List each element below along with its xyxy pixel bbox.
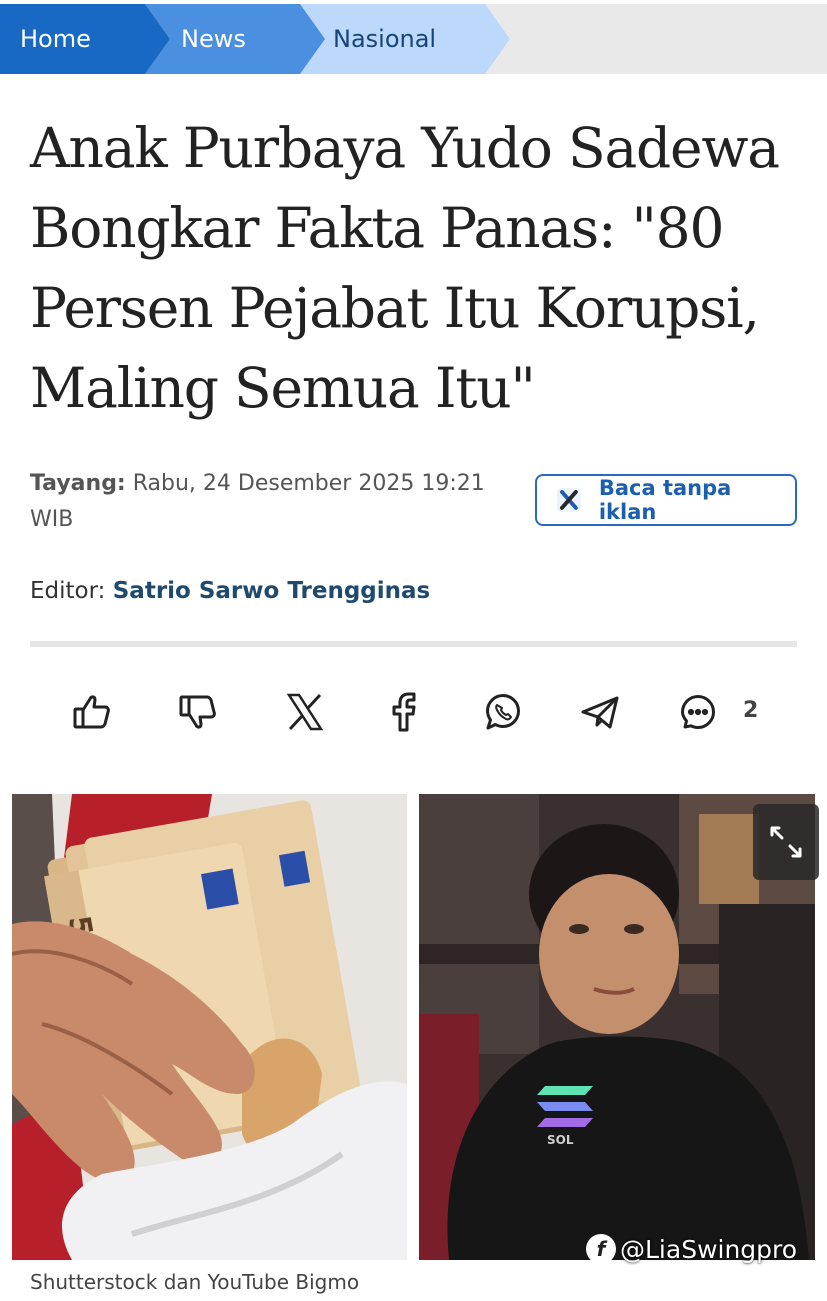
facebook-share-icon [392, 692, 416, 732]
like-button[interactable] [66, 686, 118, 738]
watermark: f @LiaSwingpro [586, 1234, 797, 1264]
thumbs-down-icon [179, 695, 216, 729]
shirt-logo-text: SOL [547, 1133, 574, 1147]
share-whatsapp-button[interactable] [477, 686, 529, 738]
publish-label: Tayang: [30, 471, 126, 496]
dislike-button[interactable] [172, 686, 224, 738]
whatsapp-share-icon [486, 694, 520, 730]
read-without-ads-button[interactable]: Baca tanpa iklan [535, 474, 797, 526]
x-share-icon [286, 693, 324, 731]
publish-info: Tayang: Rabu, 24 Desember 2025 19:21 WIB [30, 466, 500, 538]
article-title: Anak Purbaya Yudo Sadewa Bongkar Fakta P… [30, 116, 780, 420]
breadcrumb-nasional[interactable]: Nasional [300, 4, 510, 74]
read-without-ads-label: Baca tanpa iklan [598, 476, 732, 524]
comments-button[interactable] [672, 686, 724, 738]
expand-image-button[interactable] [753, 804, 819, 880]
watermark-logo: f [586, 1234, 616, 1264]
share-x-button[interactable] [279, 686, 331, 738]
banknotes-image: 50 [12, 794, 407, 1260]
breadcrumb-nasional-label: Nasional [333, 25, 437, 53]
comment-count: 2 [743, 698, 759, 723]
breadcrumb-news-label: News [181, 25, 246, 53]
comment-icon [681, 695, 715, 729]
divider [30, 641, 797, 647]
thumbs-up-icon [73, 695, 110, 729]
x-logo-icon [555, 486, 583, 514]
telegram-share-icon [581, 696, 619, 729]
share-action-bar: 2 [0, 686, 827, 738]
breadcrumb: Nasional News Home [0, 4, 827, 74]
share-facebook-button[interactable] [378, 686, 430, 738]
editor-info: Editor: Satrio Sarwo Trengginas [30, 578, 430, 604]
breadcrumb-home-label: Home [20, 25, 91, 53]
breadcrumb-home[interactable]: Home [0, 4, 170, 74]
watermark-text: @LiaSwingpro [620, 1234, 798, 1264]
image-caption: Shutterstock dan YouTube Bigmo [30, 1270, 360, 1294]
expand-icon [770, 826, 802, 858]
editor-label: Editor: [30, 578, 106, 604]
banknotes-photo[interactable]: 50 [12, 794, 407, 1260]
share-telegram-button[interactable] [574, 686, 626, 738]
breadcrumb-news[interactable]: News [145, 4, 325, 74]
editor-name-link[interactable]: Satrio Sarwo Trengginas [113, 578, 430, 604]
